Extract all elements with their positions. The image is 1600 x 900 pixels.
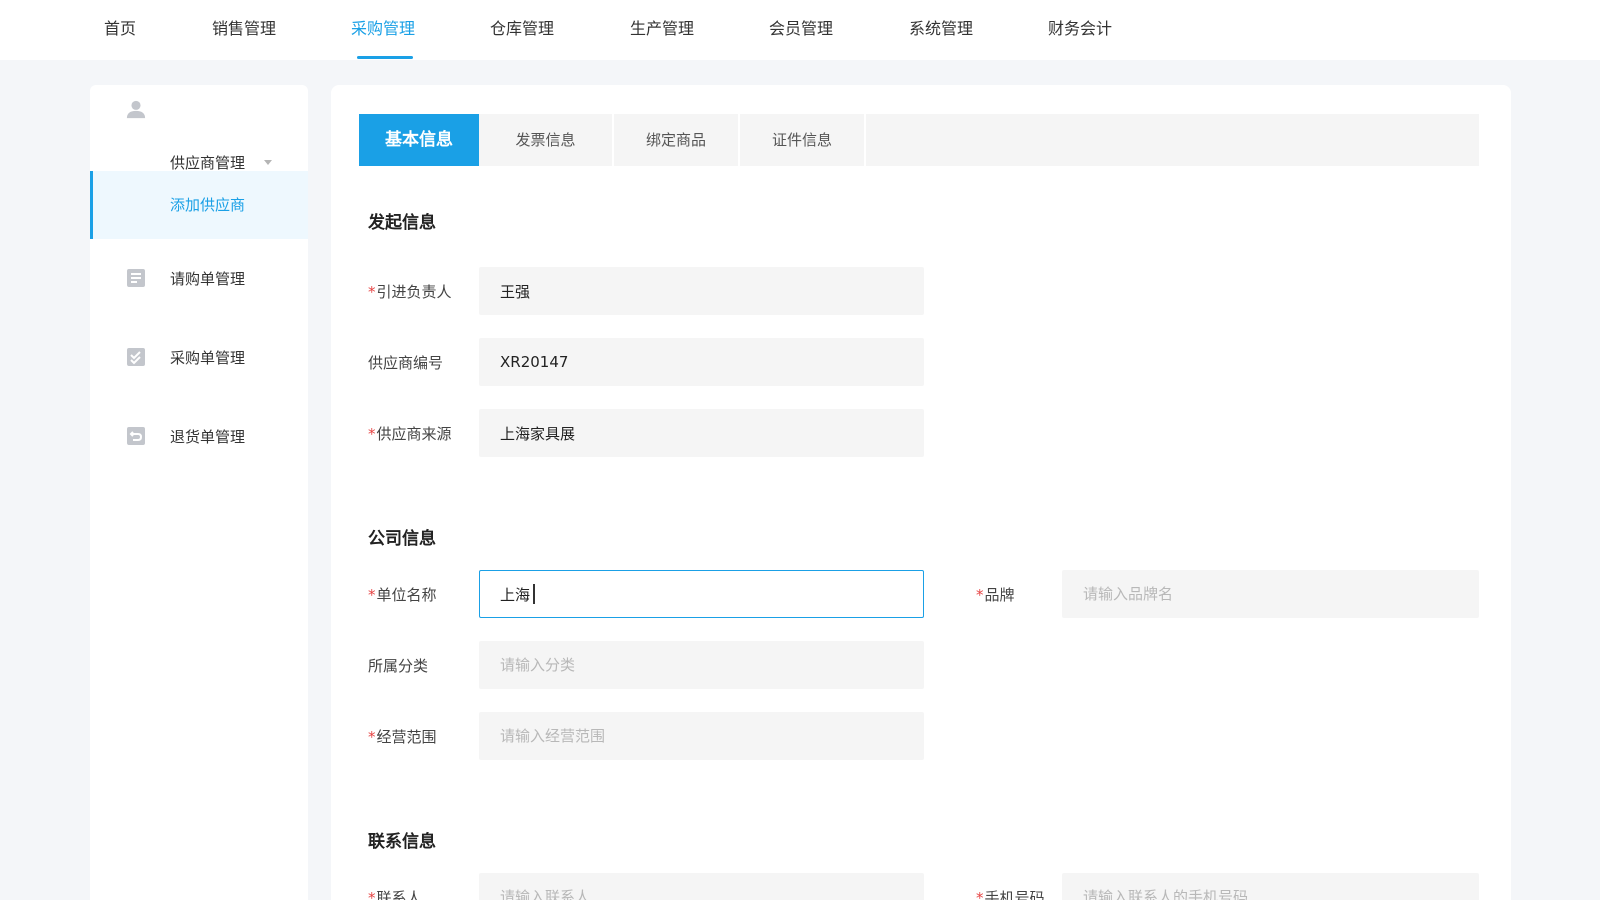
required-mark: * [368, 283, 376, 301]
chevron-down-icon [264, 160, 272, 165]
label-category: 所属分类 [368, 657, 429, 675]
label-unit-name: *单位名称 [368, 586, 437, 604]
supplier-source-field[interactable] [479, 409, 924, 457]
sidebar: 供应商管理 添加供应商 请购单管理 采购单管理 退货单管理 [90, 85, 308, 900]
supplier-code-field[interactable] [479, 338, 924, 386]
unit-name-field[interactable] [479, 570, 924, 618]
return-icon [127, 427, 145, 445]
label-supplier-source: *供应商来源 [368, 425, 452, 443]
sidebar-item-label: 请购单管理 [170, 270, 246, 288]
required-mark: * [368, 889, 376, 900]
label-introducer: *引进负责人 [368, 283, 452, 301]
category-field[interactable] [479, 641, 924, 689]
required-mark: * [368, 728, 376, 746]
nav-purchase[interactable]: 采购管理 [351, 0, 415, 60]
nav-members[interactable]: 会员管理 [769, 0, 833, 60]
required-mark: * [368, 586, 376, 604]
phone-field[interactable] [1062, 873, 1479, 900]
tab-bind-products[interactable]: 绑定商品 [614, 114, 738, 166]
label-brand: *品牌 [976, 586, 1015, 604]
sidebar-group-label: 供应商管理 [170, 154, 246, 172]
section-title-company: 公司信息 [368, 529, 436, 549]
required-mark: * [368, 425, 376, 443]
tab-certificate-info[interactable]: 证件信息 [740, 114, 864, 166]
user-icon [126, 100, 146, 119]
sidebar-item-return-order[interactable]: 退货单管理 [90, 404, 308, 470]
nav-active-indicator [357, 56, 413, 59]
tab-bar: 基本信息 发票信息 绑定商品 证件信息 [359, 114, 1479, 166]
contact-person-field[interactable] [479, 873, 924, 900]
top-navigation: 首页 销售管理 采购管理 仓库管理 生产管理 会员管理 系统管理 财务会计 [0, 0, 1600, 60]
sidebar-item-label: 采购单管理 [170, 349, 246, 367]
tab-divider [864, 114, 866, 166]
main-panel: 基本信息 发票信息 绑定商品 证件信息 发起信息 *引进负责人 供应商编号 *供… [331, 85, 1511, 900]
tab-invoice-info[interactable]: 发票信息 [479, 114, 612, 166]
business-scope-field[interactable] [479, 712, 924, 760]
nav-warehouse[interactable]: 仓库管理 [490, 0, 554, 60]
checklist-icon [127, 348, 145, 366]
introducer-field[interactable] [479, 267, 924, 315]
label-supplier-code: 供应商编号 [368, 354, 444, 372]
nav-finance[interactable]: 财务会计 [1048, 0, 1112, 60]
nav-production[interactable]: 生产管理 [630, 0, 694, 60]
label-business-scope: *经营范围 [368, 728, 437, 746]
section-title-initiation: 发起信息 [368, 213, 436, 233]
required-mark: * [976, 889, 984, 900]
document-icon [127, 269, 145, 287]
section-title-contact: 联系信息 [368, 832, 436, 852]
tab-basic-info[interactable]: 基本信息 [359, 114, 479, 166]
nav-home[interactable]: 首页 [104, 0, 136, 60]
required-mark: * [976, 586, 984, 604]
sidebar-item-purchase-order[interactable]: 采购单管理 [90, 325, 308, 391]
sidebar-item-requisition[interactable]: 请购单管理 [90, 246, 308, 312]
nav-system[interactable]: 系统管理 [909, 0, 973, 60]
sidebar-item-label: 添加供应商 [170, 196, 246, 214]
label-phone: *手机号码 [976, 888, 1045, 900]
sidebar-item-label: 退货单管理 [170, 428, 246, 446]
brand-field[interactable] [1062, 570, 1479, 618]
nav-sales[interactable]: 销售管理 [212, 0, 276, 60]
text-cursor [533, 584, 535, 604]
sidebar-group-supplier[interactable]: 供应商管理 [90, 100, 308, 172]
sidebar-item-add-supplier[interactable]: 添加供应商 [90, 171, 308, 239]
label-contact-person: *联系人 [368, 888, 422, 900]
